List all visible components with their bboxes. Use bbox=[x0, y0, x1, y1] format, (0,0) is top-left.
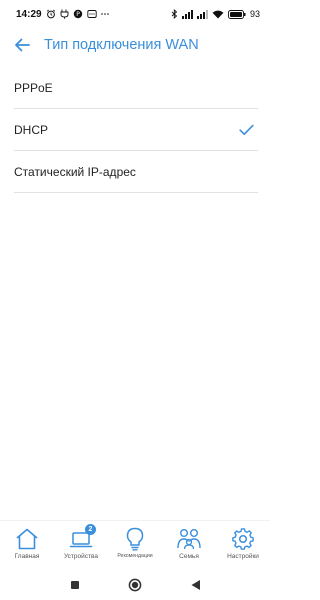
nav-label: Рекомендации bbox=[117, 553, 153, 559]
nav-label: Семья bbox=[179, 553, 199, 560]
page-title: Тип подключения WAN bbox=[44, 37, 199, 53]
circle-icon bbox=[128, 578, 141, 592]
battery-percent: 93 bbox=[249, 9, 260, 19]
status-right: 93 bbox=[171, 9, 260, 19]
nav-item-recommendations[interactable]: Рекомендации bbox=[108, 521, 162, 568]
status-bar: 14:29 P 93 bbox=[0, 0, 270, 28]
wan-type-options: PPPoE DHCP Статический IP-адрес bbox=[14, 67, 258, 193]
app-notification-icon: P bbox=[73, 9, 83, 19]
triangle-back-icon bbox=[191, 580, 200, 590]
alarm-icon bbox=[46, 9, 56, 19]
screen: 14:29 P 93 Тип подключения WAN PPPoE DHC… bbox=[0, 0, 270, 600]
option-label: Статический IP-адрес bbox=[14, 164, 136, 179]
arrow-left-icon bbox=[15, 38, 30, 52]
nav-item-home[interactable]: Главная bbox=[0, 521, 54, 568]
bottom-nav: Главная 2 Устройства Рекомендации Семья bbox=[0, 520, 270, 568]
wifi-icon bbox=[212, 10, 224, 19]
screen-notification-icon bbox=[86, 9, 97, 19]
nav-label: Устройства bbox=[63, 553, 98, 560]
nav-label: Главная bbox=[14, 553, 40, 560]
nav-label: Настройки bbox=[227, 553, 259, 560]
system-nav-bar bbox=[0, 570, 270, 600]
option-pppoe[interactable]: PPPoE bbox=[14, 67, 258, 109]
recents-button[interactable] bbox=[70, 580, 80, 590]
devices-badge: 2 bbox=[85, 524, 96, 535]
nav-item-family[interactable]: Семья bbox=[162, 521, 216, 568]
back-system-button[interactable] bbox=[190, 579, 201, 591]
family-icon bbox=[176, 527, 202, 551]
signal-icon bbox=[181, 9, 193, 19]
more-notifications-icon bbox=[100, 12, 109, 16]
laptop-icon: 2 bbox=[68, 524, 96, 551]
option-static-ip[interactable]: Статический IP-адрес bbox=[14, 151, 258, 193]
lightbulb-icon bbox=[122, 527, 148, 551]
app-header: Тип подключения WAN bbox=[0, 28, 270, 62]
svg-text:P: P bbox=[76, 11, 80, 18]
square-icon bbox=[70, 581, 79, 589]
status-time: 14:29 bbox=[16, 8, 42, 20]
back-button[interactable] bbox=[8, 31, 36, 59]
status-left: 14:29 P bbox=[16, 9, 109, 20]
battery-icon bbox=[228, 9, 246, 19]
home-system-button[interactable] bbox=[128, 578, 142, 592]
option-dhcp[interactable]: DHCP bbox=[14, 109, 258, 151]
gear-icon bbox=[230, 527, 256, 551]
option-label: DHCP bbox=[14, 122, 49, 137]
checkmark-icon bbox=[238, 122, 254, 138]
signal-2-icon bbox=[196, 9, 208, 19]
nav-item-devices[interactable]: 2 Устройства bbox=[54, 521, 108, 568]
option-label: PPPoE bbox=[14, 80, 53, 95]
nav-item-settings[interactable]: Настройки bbox=[216, 521, 270, 568]
bluetooth-icon bbox=[171, 9, 178, 19]
home-icon bbox=[14, 527, 40, 551]
charging-icon bbox=[60, 9, 69, 19]
